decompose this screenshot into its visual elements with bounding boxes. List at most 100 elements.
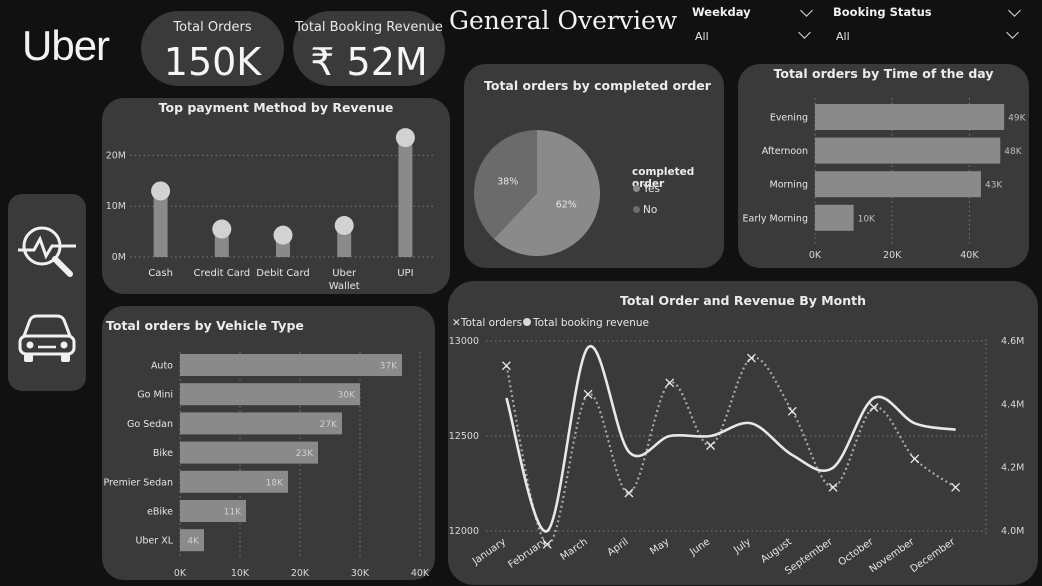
x-tick-label: 0K [809, 250, 822, 261]
data-label: 10K [858, 214, 876, 224]
side-nav [8, 194, 86, 391]
revenue-line [505, 345, 956, 533]
y-tick-label: Go Sedan [127, 419, 173, 430]
x-tick-label: 10K [231, 568, 250, 579]
x-tick-label: 40K [960, 250, 979, 261]
kpi-total-orders: Total Orders 150K [141, 11, 284, 86]
orders-line [505, 356, 957, 546]
vehicle-bar [180, 412, 342, 435]
booking-status-slicer-value[interactable]: All [836, 30, 850, 43]
right-y-tick-label: 4.2M [1001, 463, 1024, 474]
x-marker-icon [706, 441, 716, 450]
data-label: 48K [1004, 147, 1022, 157]
orders-marker [951, 482, 961, 492]
x-tick-label: April [606, 536, 631, 558]
x-tick-label: Wallet [329, 281, 360, 292]
data-label: 37K [380, 362, 398, 372]
weekday-slicer-label: Weekday [692, 5, 751, 19]
x-tick-label: Uber [332, 268, 357, 279]
pie-legend-no-label: No [643, 204, 658, 216]
legend-marker-icon [633, 185, 640, 192]
chevron-down-icon[interactable] [800, 4, 813, 17]
payment-dot [395, 128, 415, 148]
x-marker-icon [501, 361, 511, 371]
analytics-search-icon[interactable] [16, 220, 78, 282]
time-bar [815, 171, 981, 198]
right-y-tick-label: 4.4M [1001, 399, 1024, 410]
x-tick-label: Credit Card [193, 268, 250, 279]
right-y-tick-label: 4.6M [1001, 336, 1024, 347]
payment-bar [153, 190, 168, 257]
x-tick-label: December [909, 536, 959, 575]
car-icon[interactable] [16, 312, 78, 366]
chevron-down-icon[interactable] [798, 26, 811, 39]
y-tick-label: 0M [112, 252, 126, 263]
payment-dot [273, 225, 293, 245]
x-tick-label: 20K [291, 568, 310, 579]
completed-order-card: Total orders by completed order 62% 38% c… [464, 64, 724, 268]
x-tick-label: 30K [351, 568, 370, 579]
x-marker-icon [910, 454, 920, 464]
y-tick-label: 10M [106, 201, 126, 212]
vehicle-type-card: Total orders by Vehicle Type 0K 10K 20K 30K… [102, 306, 435, 580]
y-tick-label: Early Morning [743, 213, 808, 224]
y-tick-label: Bike [153, 448, 173, 459]
y-tick-label: Go Mini [137, 390, 173, 401]
x-tick-label: June [687, 536, 712, 558]
month-card: Total Order and Revenue By Month ✕Total … [448, 281, 1038, 585]
payment-method-chart: 0M 10M 20M Cash Credit Card Debit Card Uber Wal… [106, 128, 436, 292]
pie-legend-yes[interactable]: Yes [633, 183, 660, 195]
chevron-down-icon[interactable] [1006, 26, 1019, 39]
x-tick-label: Cash [148, 268, 173, 279]
data-label: 30K [338, 391, 356, 401]
y-tick-label: Auto [151, 361, 173, 372]
data-label: 49K [1008, 114, 1026, 124]
x-tick-label: August [759, 536, 794, 565]
payment-dot [212, 219, 232, 239]
weekday-slicer-value[interactable]: All [695, 30, 709, 43]
y-tick-label: Uber XL [135, 536, 173, 547]
x-tick-label: 0K [174, 568, 187, 579]
orders-marker [706, 441, 716, 450]
x-tick-label: July [731, 536, 753, 556]
data-label: 11K [224, 508, 242, 518]
weekday-slicer[interactable]: Weekday All [690, 4, 818, 44]
data-label: 18K [266, 478, 284, 488]
x-tick-label: Debit Card [256, 268, 309, 279]
left-y-tick-label: 12500 [449, 431, 479, 442]
booking-status-slicer[interactable]: Booking Status All [830, 4, 1030, 44]
kpi-total-revenue: Total Booking Revenue ₹ 52M [293, 11, 445, 86]
x-tick-label: January [470, 536, 508, 567]
payment-method-card: Top payment Method by Revenue 0M 10M 20M Ca… [102, 98, 450, 294]
x-tick-label: 20K [883, 250, 902, 261]
month-chart: 12000 12500 13000 4.0M 4.2M 4.4M 4.6M JanuaryFe… [449, 336, 1025, 577]
x-marker-icon [665, 378, 675, 388]
vehicle-bar [180, 383, 360, 406]
x-marker-icon [787, 406, 797, 416]
data-label: 43K [985, 181, 1003, 191]
y-tick-label: Morning [770, 180, 808, 191]
data-label: 23K [296, 449, 314, 459]
page-title: General Overview [449, 6, 678, 35]
x-tick-label: May [648, 536, 671, 557]
time-of-day-card: Total orders by Time of the day 0K 20K 40K… [738, 64, 1029, 268]
payment-dot [151, 181, 171, 201]
kpi-revenue-value: ₹ 52M [310, 40, 428, 84]
vehicle-type-chart: 0K 10K 20K 30K 40K Auto 37K Go Mini 30K Go Sedan 2… [103, 352, 430, 579]
time-bar [815, 137, 1001, 164]
pie-legend-no[interactable]: No [633, 204, 657, 216]
x-marker-icon [951, 482, 961, 492]
time-bar [815, 204, 854, 231]
pie-legend-yes-label: Yes [643, 183, 660, 195]
uber-logo: Uber [22, 22, 110, 69]
payment-bar [398, 137, 413, 257]
legend-marker-icon [633, 206, 640, 213]
left-y-tick-label: 13000 [449, 336, 479, 347]
payment-dot [334, 216, 354, 236]
pie-data-label: 62% [556, 200, 577, 211]
right-y-tick-label: 4.0M [1001, 526, 1024, 537]
y-tick-label: Afternoon [762, 146, 808, 157]
y-tick-label: Evening [770, 113, 808, 124]
chevron-down-icon[interactable] [1008, 4, 1021, 17]
time-bar [815, 104, 1005, 130]
